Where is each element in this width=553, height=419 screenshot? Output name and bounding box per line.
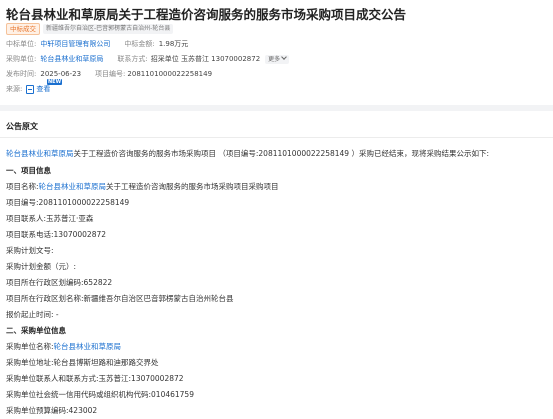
section-heading: 公告原文 (6, 122, 38, 131)
source-view-link[interactable]: 查看 (36, 84, 50, 94)
plan-amount-line: 采购计划金额（元）: (6, 262, 77, 271)
purchaser-budget-code-line: 采购单位预算编码:423002 (6, 406, 98, 415)
date-value: 2025-06-23 (40, 70, 82, 78)
source-label: 来源: (6, 85, 23, 93)
intro-purchaser-link[interactable]: 轮台县林业和草原局 (6, 149, 74, 158)
intro-text: 关于工程造价咨询服务的服务市场采购项目 （项目编号:20811010000222… (73, 149, 489, 158)
project-name-label: 项目名称: (6, 182, 39, 191)
project-number-line: 项目编号:2081101000022258149 (6, 198, 130, 207)
announcement-body: 轮台县林业和草原局关于工程造价咨询服务的服务市场采购项目 （项目编号:20811… (6, 145, 551, 419)
section-underline (0, 137, 553, 138)
project-contact-line: 项目联系人:玉苏普江·亚森 (6, 214, 94, 223)
winner-row: 中标单位: 中轩项目管理有限公司 中标金额: 1.98万元 (6, 38, 188, 50)
status-badge: 中标成交 (6, 23, 40, 35)
winner-link[interactable]: 中轩项目管理有限公司 (40, 39, 110, 49)
tag-row: 中标成交 新疆维吾尔自治区-巴音郭楞蒙古自治州-轮台县 (6, 23, 174, 35)
document-icon[interactable] (26, 84, 35, 94)
project-phone-line: 项目联系电话:13070002872 (6, 230, 107, 239)
purchaser-info-heading: 二、采购单位信息 (6, 326, 66, 335)
date-row: 发布时间: 2025-06-23 项目编号: 20811010000222581… (6, 68, 212, 80)
more-label: 更多 (268, 55, 281, 63)
contact-value: 招采单位 玉苏普江 13070002872 (150, 55, 261, 63)
purchaser-credit-code-line: 采购单位社会统一信用代码或组织机构代码:010461759 (6, 390, 194, 399)
project-no-label: 项目编号: (95, 70, 126, 78)
page-title: 轮台县林业和草原局关于工程造价咨询服务的服务市场采购项目成交公告 (6, 7, 407, 22)
date-label: 发布时间: (6, 70, 37, 78)
region-tag[interactable]: 新疆维吾尔自治区-巴音郭楞蒙古自治州-轮台县 (43, 24, 174, 34)
project-name-line: 项目名称:轮台县林业和草原局关于工程造价咨询服务的服务市场采购项目采购项目 (6, 179, 551, 195)
more-button[interactable]: 更多 (265, 53, 290, 64)
purchaser-label: 采购单位: (6, 55, 37, 63)
project-no-value: 2081101000022258149 (127, 70, 213, 78)
purchaser-link[interactable]: 轮台县林业和草原局 (40, 54, 103, 64)
plan-doc-line: 采购计划文号: (6, 246, 54, 255)
purchaser-name-link[interactable]: 轮台县林业和草原局 (54, 342, 122, 351)
section-divider (0, 105, 553, 111)
quote-time-line: 报价起止时间: - (6, 310, 59, 319)
intro-paragraph: 轮台县林业和草原局关于工程造价咨询服务的服务市场采购项目 （项目编号:20811… (6, 145, 551, 163)
project-name-suffix: 关于工程造价咨询服务的服务市场采购项目采购项目 (106, 182, 279, 191)
chevron-down-icon (281, 53, 288, 60)
amount-label: 中标金额: (124, 40, 155, 48)
project-info-heading: 一、项目信息 (6, 166, 51, 175)
purchaser-name-label: 采购单位名称: (6, 342, 54, 351)
amount-value: 1.98万元 (158, 40, 189, 48)
region-name-line: 项目所在行政区划名称:新疆维吾尔自治区巴音郭楞蒙古自治州轮台县 (6, 294, 234, 303)
region-code-line: 项目所在行政区划编码:652822 (6, 278, 113, 287)
contact-label: 联系方式: (117, 55, 148, 63)
winner-label: 中标单位: (6, 40, 37, 48)
purchaser-name-line: 采购单位名称:轮台县林业和草原局 (6, 339, 551, 355)
purchaser-contact-line: 采购单位联系人和联系方式:玉苏普江:13070002872 (6, 374, 184, 383)
source-row: 来源: 查看 (6, 83, 50, 95)
purchaser-row: 采购单位: 轮台县林业和草原局 联系方式: 招采单位 玉苏普江 13070002… (6, 53, 290, 65)
purchaser-address-line: 采购单位地址:轮台县博斯坦路和迪那路交界处 (6, 358, 159, 367)
project-name-link[interactable]: 轮台县林业和草原局 (39, 182, 107, 191)
new-badge: NEW (47, 79, 63, 85)
